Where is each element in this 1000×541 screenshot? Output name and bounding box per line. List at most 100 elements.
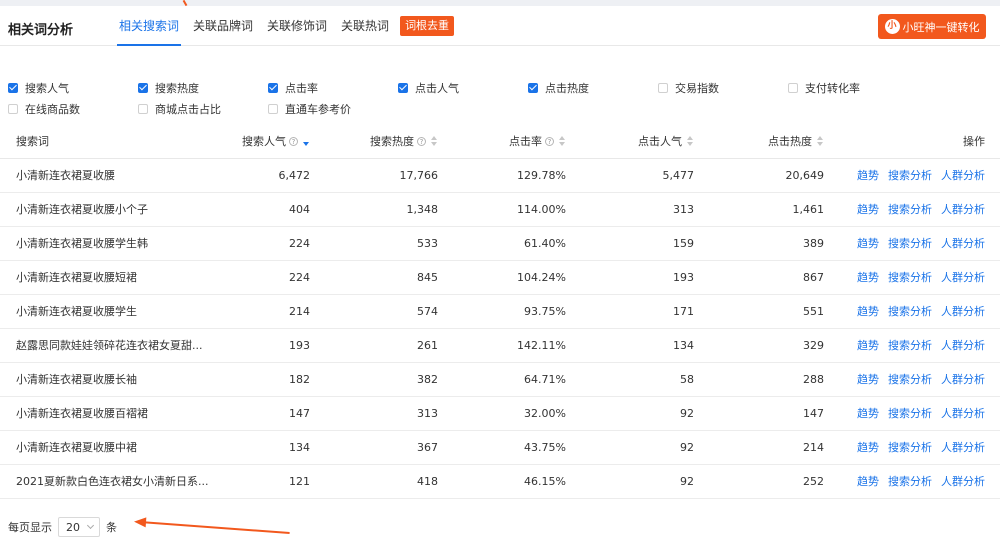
annotation-arrow-line bbox=[139, 521, 290, 534]
search-popularity-cell: 193 bbox=[210, 328, 310, 363]
click-rate-cell: 32.00% bbox=[438, 396, 566, 431]
search-analysis-link[interactable]: 搜索分析 bbox=[888, 339, 932, 352]
search-popularity-cell: 147 bbox=[210, 396, 310, 431]
crowd-analysis-link[interactable]: 人群分析 bbox=[941, 305, 985, 318]
tab-related-brand-words[interactable]: 关联品牌词 bbox=[186, 6, 260, 46]
column-label: 搜索人气 bbox=[242, 135, 286, 149]
sort-icon[interactable] bbox=[817, 136, 824, 147]
dedup-button[interactable]: 词根去重 bbox=[400, 16, 455, 36]
search-analysis-link[interactable]: 搜索分析 bbox=[888, 373, 932, 386]
trend-link[interactable]: 趋势 bbox=[857, 441, 879, 454]
search-analysis-link[interactable]: 搜索分析 bbox=[888, 169, 932, 182]
sort-icon[interactable] bbox=[687, 136, 694, 147]
crowd-analysis-link[interactable]: 人群分析 bbox=[941, 271, 985, 284]
keyword-cell: 赵露思同款娃娃领碎花连衣裙女夏甜... bbox=[0, 328, 210, 363]
trend-link[interactable]: 趋势 bbox=[857, 203, 879, 216]
crowd-analysis-link[interactable]: 人群分析 bbox=[941, 441, 985, 454]
checkbox-checked-icon[interactable] bbox=[138, 82, 148, 93]
checkbox-icon[interactable] bbox=[658, 82, 668, 93]
column-header-click-rate[interactable]: 点击率? bbox=[438, 125, 566, 159]
checkbox-checked-icon[interactable] bbox=[268, 82, 278, 93]
crowd-analysis-link[interactable]: 人群分析 bbox=[941, 475, 985, 488]
crowd-analysis-link[interactable]: 人群分析 bbox=[941, 169, 985, 182]
crowd-analysis-link[interactable]: 人群分析 bbox=[941, 203, 985, 216]
crowd-analysis-link[interactable]: 人群分析 bbox=[941, 237, 985, 250]
filter-option[interactable]: 点击热度 bbox=[528, 80, 658, 96]
filter-label: 商城点击占比 bbox=[155, 102, 221, 116]
filter-label: 点击热度 bbox=[545, 81, 589, 95]
checkbox-checked-icon[interactable] bbox=[8, 82, 18, 93]
sort-icon[interactable] bbox=[559, 136, 566, 147]
click-rate-cell: 43.75% bbox=[438, 430, 566, 465]
checkbox-checked-icon[interactable] bbox=[398, 82, 408, 93]
tab-related-search-words[interactable]: 相关搜索词 bbox=[112, 6, 186, 46]
trend-link[interactable]: 趋势 bbox=[857, 339, 879, 352]
filter-option[interactable]: 支付转化率 bbox=[788, 80, 918, 96]
trend-link[interactable]: 趋势 bbox=[857, 407, 879, 420]
tab-related-hot-words[interactable]: 关联热词 bbox=[334, 6, 396, 46]
click-heat-cell: 147 bbox=[694, 396, 824, 431]
trend-link[interactable]: 趋势 bbox=[857, 271, 879, 284]
sort-desc-icon[interactable] bbox=[303, 136, 310, 147]
annotation-arrow-head bbox=[133, 516, 147, 528]
page-size-select[interactable]: 20 bbox=[58, 517, 100, 537]
crowd-analysis-link[interactable]: 人群分析 bbox=[941, 373, 985, 386]
column-header-search-popularity[interactable]: 搜索人气? bbox=[210, 125, 310, 159]
crowd-analysis-link[interactable]: 人群分析 bbox=[941, 407, 985, 420]
search-analysis-link[interactable]: 搜索分析 bbox=[888, 441, 932, 454]
filter-option[interactable]: 商城点击占比 bbox=[138, 101, 268, 117]
chevron-down-icon bbox=[86, 521, 95, 530]
search-heat-cell: 845 bbox=[310, 260, 438, 295]
table-row: 小清新连衣裙夏收腰 6,472 17,766 129.78% 5,477 20,649 趋势… bbox=[0, 158, 1000, 193]
column-header-search-heat[interactable]: 搜索热度? bbox=[310, 125, 438, 159]
search-analysis-link[interactable]: 搜索分析 bbox=[888, 305, 932, 318]
actions-cell: 趋势 搜索分析 人群分析 bbox=[824, 464, 1000, 499]
column-header-keyword: 搜索词 bbox=[0, 125, 210, 159]
checkbox-icon[interactable] bbox=[268, 103, 278, 114]
tab-related-modifier-words[interactable]: 关联修饰词 bbox=[260, 6, 334, 46]
search-analysis-link[interactable]: 搜索分析 bbox=[888, 407, 932, 420]
click-heat-cell: 252 bbox=[694, 464, 824, 499]
trend-link[interactable]: 趋势 bbox=[857, 475, 879, 488]
column-header-click-heat[interactable]: 点击热度 bbox=[694, 125, 824, 159]
checkbox-icon[interactable] bbox=[138, 103, 148, 114]
help-icon[interactable]: ? bbox=[289, 137, 298, 147]
filter-option[interactable]: 搜索热度 bbox=[138, 80, 268, 96]
checkbox-icon[interactable] bbox=[8, 103, 18, 114]
actions-cell: 趋势 搜索分析 人群分析 bbox=[824, 328, 1000, 363]
checkbox-checked-icon[interactable] bbox=[528, 82, 538, 93]
column-header-click-popularity[interactable]: 点击人气 bbox=[566, 125, 694, 159]
actions-cell: 趋势 搜索分析 人群分析 bbox=[824, 260, 1000, 295]
click-rate-cell: 129.78% bbox=[438, 158, 566, 193]
trend-link[interactable]: 趋势 bbox=[857, 169, 879, 182]
filter-row: 搜索人气 搜索热度 点击率 点击人气 点击热度 交易指数 支付转化率 bbox=[8, 77, 988, 98]
help-icon[interactable]: ? bbox=[545, 137, 554, 147]
filter-option[interactable]: 搜索人气 bbox=[8, 80, 138, 96]
filter-option[interactable]: 交易指数 bbox=[658, 80, 788, 96]
trend-link[interactable]: 趋势 bbox=[857, 373, 879, 386]
trend-link[interactable]: 趋势 bbox=[857, 237, 879, 250]
click-popularity-cell: 58 bbox=[566, 362, 694, 397]
click-rate-cell: 61.40% bbox=[438, 226, 566, 261]
table-row: 小清新连衣裙夏收腰学生韩 224 533 61.40% 159 389 趋势 搜索分析 人群分析 bbox=[0, 226, 1000, 261]
crowd-analysis-link[interactable]: 人群分析 bbox=[941, 339, 985, 352]
filter-option[interactable]: 点击人气 bbox=[398, 80, 528, 96]
keyword-cell: 小清新连衣裙夏收腰长袖 bbox=[0, 362, 210, 397]
click-popularity-cell: 159 bbox=[566, 226, 694, 261]
sort-icon[interactable] bbox=[431, 136, 438, 147]
help-icon[interactable]: ? bbox=[417, 137, 426, 147]
filter-option[interactable]: 直通车参考价 bbox=[268, 101, 398, 117]
filter-label: 在线商品数 bbox=[25, 102, 80, 116]
trend-link[interactable]: 趋势 bbox=[857, 305, 879, 318]
search-analysis-link[interactable]: 搜索分析 bbox=[888, 203, 932, 216]
search-heat-cell: 261 bbox=[310, 328, 438, 363]
filter-option[interactable]: 在线商品数 bbox=[8, 101, 138, 117]
checkbox-icon[interactable] bbox=[788, 82, 798, 93]
filter-option[interactable]: 点击率 bbox=[268, 80, 398, 96]
search-analysis-link[interactable]: 搜索分析 bbox=[888, 475, 932, 488]
actions-cell: 趋势 搜索分析 人群分析 bbox=[824, 158, 1000, 193]
one-click-convert-button[interactable]: 小 小旺神一键转化 bbox=[878, 14, 986, 39]
search-analysis-link[interactable]: 搜索分析 bbox=[888, 271, 932, 284]
search-analysis-link[interactable]: 搜索分析 bbox=[888, 237, 932, 250]
actions-cell: 趋势 搜索分析 人群分析 bbox=[824, 226, 1000, 261]
